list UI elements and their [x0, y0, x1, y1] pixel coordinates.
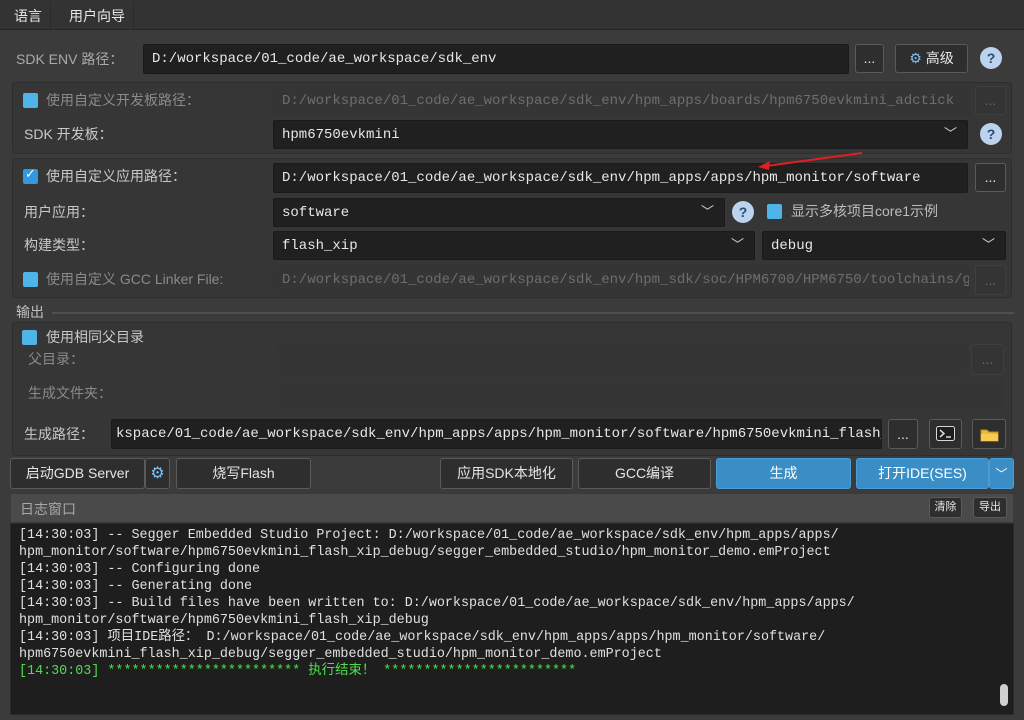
- chevron-down-icon: ﹀: [730, 238, 744, 253]
- gear-icon: ⚙: [909, 50, 922, 66]
- log-line: [14:30:03] -- Configuring done: [19, 562, 261, 577]
- log-line: [14:30:03] -- Build files have been writ…: [19, 596, 855, 611]
- open-terminal-button[interactable]: [929, 419, 962, 449]
- log-line: hpm6750evkmini_flash_xip_debug/segger_em…: [19, 647, 662, 662]
- menu-bar: 语言 用户向导: [0, 0, 1024, 30]
- gen-folder-input[interactable]: [275, 378, 1004, 409]
- chevron-down-icon: ﹀: [700, 205, 714, 220]
- parent-dir-label: 父目录：: [28, 351, 84, 367]
- log-export-button[interactable]: 导出: [973, 497, 1007, 518]
- advanced-button[interactable]: ⚙ 高级: [895, 44, 968, 73]
- custom-board-checkbox[interactable]: [23, 93, 38, 108]
- output-divider: [52, 312, 1014, 314]
- sdk-env-browse-button[interactable]: ...: [855, 44, 884, 73]
- sdk-board-label: SDK 开发板：: [24, 126, 113, 142]
- gen-path-browse-button[interactable]: ...: [888, 419, 918, 449]
- custom-app-checkbox[interactable]: ✓: [23, 166, 38, 184]
- chevron-down-icon: ﹀: [995, 467, 1008, 481]
- custom-board-path-input[interactable]: D:/workspace/01_code/ae_workspace/sdk_en…: [273, 86, 970, 115]
- open-folder-button[interactable]: [972, 419, 1006, 449]
- folder-icon: [980, 429, 999, 442]
- gcc-build-button[interactable]: GCC编译: [578, 458, 711, 489]
- menu-language[interactable]: 语言: [6, 3, 51, 29]
- log-output[interactable]: [14:30:03] -- Segger Embedded Studio Pro…: [10, 523, 1014, 715]
- log-line: [14:30:03] -- Segger Embedded Studio Pro…: [19, 528, 839, 543]
- sdk-board-select[interactable]: hpm6750evkmini ﹀: [273, 120, 968, 149]
- log-header: [10, 493, 1014, 523]
- gen-path-label: 生成路径：: [24, 426, 94, 442]
- log-clear-button[interactable]: 清除: [929, 497, 962, 518]
- open-ide-button[interactable]: 打开IDE(SES): [856, 458, 989, 489]
- generate-button[interactable]: 生成: [716, 458, 851, 489]
- user-app-label: 用户应用：: [24, 204, 94, 220]
- custom-app-browse-button[interactable]: ...: [975, 163, 1006, 192]
- build-type-select[interactable]: flash_xip ﹀: [273, 231, 755, 260]
- advanced-button-label: 高级: [925, 50, 954, 66]
- output-section-title: 输出: [16, 304, 44, 320]
- same-parent-checkbox[interactable]: [22, 330, 37, 345]
- custom-linker-checkbox[interactable]: [23, 272, 38, 287]
- custom-app-label: 使用自定义应用路径：: [46, 168, 186, 184]
- gear-icon: ⚙: [150, 465, 165, 482]
- start-gdb-server-button[interactable]: 启动GDB Server: [10, 458, 145, 489]
- sdk-env-label: SDK ENV 路径：: [16, 51, 124, 67]
- log-line: [14:30:03] -- Generating done: [19, 579, 253, 594]
- user-app-help-icon[interactable]: ?: [732, 201, 754, 223]
- log-line-success: [14:30:03] ************************ 执行结束…: [19, 664, 577, 679]
- gen-folder-label: 生成文件夹：: [28, 385, 112, 401]
- flash-button[interactable]: 烧写Flash: [176, 458, 311, 489]
- log-lines: [14:30:03] -- Segger Embedded Studio Pro…: [19, 527, 994, 680]
- open-ide-dropdown-button[interactable]: ﹀: [989, 458, 1014, 489]
- same-parent-label: 使用相同父目录: [46, 329, 144, 345]
- multicore-label: 显示多核项目core1示例: [791, 203, 939, 219]
- log-line: hpm_monitor/software/hpm6750evkmini_flas…: [19, 545, 831, 560]
- log-line: [14:30:03] 项目IDE路径： D:/workspace/01_code…: [19, 630, 826, 645]
- localize-sdk-button[interactable]: 应用SDK本地化: [440, 458, 573, 489]
- sdk-env-help-icon[interactable]: ?: [980, 47, 1002, 69]
- custom-board-label: 使用自定义开发板路径：: [46, 92, 200, 108]
- build-type-label: 构建类型：: [24, 237, 94, 253]
- menu-user-guide[interactable]: 用户向导: [61, 3, 134, 29]
- gdb-settings-button[interactable]: ⚙: [145, 458, 170, 489]
- custom-linker-label: 使用自定义 GCC Linker File:: [46, 271, 224, 287]
- log-line: hpm_monitor/software/hpm6750evkmini_flas…: [19, 613, 429, 628]
- sdk-env-path-input[interactable]: D:/workspace/01_code/ae_workspace/sdk_en…: [143, 44, 849, 74]
- chevron-down-icon: ﹀: [981, 238, 995, 253]
- parent-dir-browse-button[interactable]: ...: [971, 344, 1004, 375]
- multicore-checkbox[interactable]: [767, 204, 782, 219]
- user-app-value: software: [282, 205, 350, 221]
- annotation-arrow-icon: [758, 152, 863, 170]
- gen-path-input[interactable]: kspace/01_code/ae_workspace/sdk_env/hpm_…: [111, 419, 882, 449]
- chevron-down-icon: ﹀: [943, 127, 957, 142]
- terminal-icon: [936, 426, 955, 441]
- custom-linker-browse-button[interactable]: ...: [975, 265, 1006, 295]
- build-mode-value: debug: [771, 238, 814, 254]
- custom-board-browse-button[interactable]: ...: [975, 86, 1006, 115]
- sdk-board-help-icon[interactable]: ?: [980, 123, 1002, 145]
- log-title: 日志窗口: [20, 501, 76, 517]
- sdk-board-value: hpm6750evkmini: [282, 127, 400, 143]
- build-type-value: flash_xip: [282, 238, 358, 254]
- user-app-select[interactable]: software ﹀: [273, 198, 725, 227]
- build-mode-select[interactable]: debug ﹀: [762, 231, 1006, 260]
- parent-dir-input[interactable]: [275, 344, 967, 375]
- log-scrollbar-thumb[interactable]: [1000, 684, 1008, 706]
- custom-linker-path-input[interactable]: D:/workspace/01_code/ae_workspace/sdk_en…: [273, 265, 970, 295]
